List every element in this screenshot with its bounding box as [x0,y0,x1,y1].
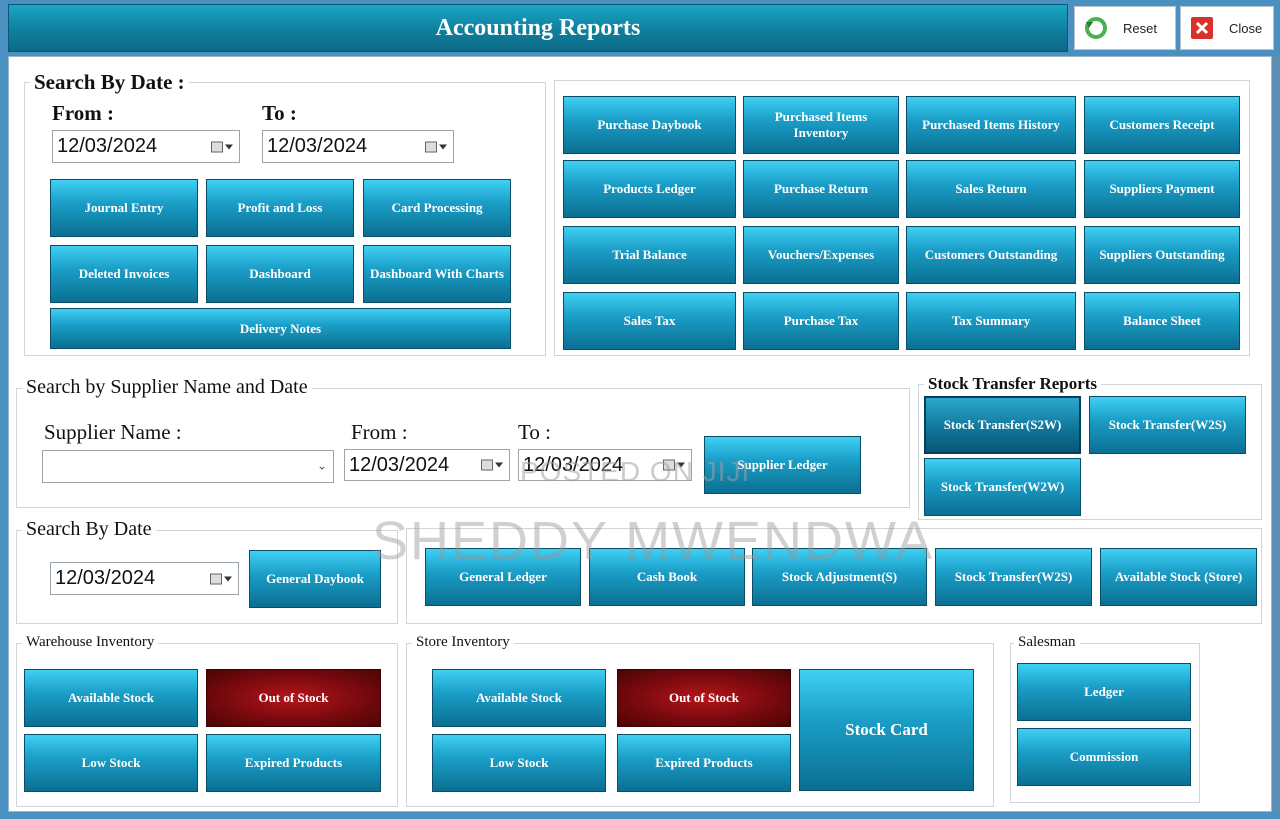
stock-transfer-s2w-button[interactable]: Stock Transfer(S2W) [924,396,1081,454]
journal-entry-button[interactable]: Journal Entry [50,179,198,237]
chevron-down-icon[interactable]: ⌄ [317,458,327,472]
salesman-legend: Salesman [1014,634,1080,651]
dashboard-with-charts-button[interactable]: Dashboard With Charts [363,245,511,303]
stock-adjustment-button[interactable]: Stock Adjustment(S) [752,548,927,606]
balance-sheet-button[interactable]: Balance Sheet [1084,292,1240,350]
warehouse-available-stock-button[interactable]: Available Stock [24,669,198,727]
purchase-daybook-button[interactable]: Purchase Daybook [563,96,736,154]
available-stock-store-button[interactable]: Available Stock (Store) [1100,548,1257,606]
store-out-of-stock-button[interactable]: Out of Stock [617,669,791,727]
calendar-icon[interactable] [481,459,503,471]
sales-return-button[interactable]: Sales Return [906,160,1076,218]
supplier-name-label: Supplier Name : [44,420,182,444]
general-date-picker[interactable]: 12/03/2024 [50,562,239,595]
card-processing-button[interactable]: Card Processing [363,179,511,237]
stock-card-button[interactable]: Stock Card [799,669,974,791]
customers-receipt-button[interactable]: Customers Receipt [1084,96,1240,154]
store-low-stock-button[interactable]: Low Stock [432,734,606,792]
stock-transfer-w2s-button[interactable]: Stock Transfer(W2S) [1089,396,1246,454]
suppliers-payment-button[interactable]: Suppliers Payment [1084,160,1240,218]
general-daybook-button[interactable]: General Daybook [249,550,381,608]
search-by-date-bottom-legend: Search By Date [22,518,156,541]
trial-balance-button[interactable]: Trial Balance [563,226,736,284]
sales-tax-button[interactable]: Sales Tax [563,292,736,350]
from-label: From : [52,101,115,125]
purchased-items-history-button[interactable]: Purchased Items History [906,96,1076,154]
warehouse-inventory-legend: Warehouse Inventory [22,634,159,651]
salesman-ledger-button[interactable]: Ledger [1017,663,1191,721]
vouchers-expenses-button[interactable]: Vouchers/Expenses [743,226,899,284]
purchased-items-inventory-button[interactable]: Purchased Items Inventory [743,96,899,154]
delivery-notes-button[interactable]: Delivery Notes [50,308,511,349]
reset-label: Reset [1123,20,1157,36]
stock-transfer-legend: Stock Transfer Reports [924,374,1102,394]
supplier-from-date-value: 12/03/2024 [349,453,450,476]
from-date-picker[interactable]: 12/03/2024 [52,130,240,163]
warehouse-out-of-stock-button[interactable]: Out of Stock [206,669,381,727]
close-label: Close [1229,20,1263,36]
refresh-icon [1083,15,1109,41]
purchase-tax-button[interactable]: Purchase Tax [743,292,899,350]
profit-and-loss-button[interactable]: Profit and Loss [206,179,354,237]
to-date-picker[interactable]: 12/03/2024 [262,130,454,163]
suppliers-outstanding-button[interactable]: Suppliers Outstanding [1084,226,1240,284]
supplier-ledger-button[interactable]: Supplier Ledger [704,436,861,494]
page-title: Accounting Reports [8,4,1068,52]
calendar-icon[interactable] [663,459,685,471]
stock-transfer-w2s-ledger-button[interactable]: Stock Transfer(W2S) [935,548,1092,606]
store-expired-products-button[interactable]: Expired Products [617,734,791,792]
warehouse-expired-products-button[interactable]: Expired Products [206,734,381,792]
supplier-to-date-picker[interactable]: 12/03/2024 [518,449,692,481]
warehouse-low-stock-button[interactable]: Low Stock [24,734,198,792]
customers-outstanding-button[interactable]: Customers Outstanding [906,226,1076,284]
to-label: To : [262,101,297,125]
from-date-value: 12/03/2024 [57,135,158,157]
to-date-value: 12/03/2024 [267,135,368,157]
general-ledger-button[interactable]: General Ledger [425,548,581,606]
tax-summary-button[interactable]: Tax Summary [906,292,1076,350]
supplier-from-label: From : [351,420,408,444]
reset-button[interactable]: Reset [1074,6,1176,50]
calendar-icon[interactable] [210,573,232,584]
supplier-to-date-value: 12/03/2024 [523,453,624,476]
general-date-value: 12/03/2024 [55,567,156,589]
search-by-date-legend: Search By Date : [30,70,189,95]
calendar-icon[interactable] [425,141,447,152]
salesman-commission-button[interactable]: Commission [1017,728,1191,786]
supplier-from-date-picker[interactable]: 12/03/2024 [344,449,510,481]
store-inventory-legend: Store Inventory [412,634,514,651]
scrollbar[interactable] [1272,56,1280,812]
purchase-return-button[interactable]: Purchase Return [743,160,899,218]
stock-transfer-w2w-button[interactable]: Stock Transfer(W2W) [924,458,1081,516]
dashboard-button[interactable]: Dashboard [206,245,354,303]
cash-book-button[interactable]: Cash Book [589,548,745,606]
close-icon [1189,15,1215,41]
supplier-name-combo[interactable]: ⌄ [42,450,334,483]
calendar-icon[interactable] [211,141,233,152]
products-ledger-button[interactable]: Products Ledger [563,160,736,218]
supplier-to-label: To : [518,420,551,444]
deleted-invoices-button[interactable]: Deleted Invoices [50,245,198,303]
close-button[interactable]: Close [1180,6,1274,50]
store-available-stock-button[interactable]: Available Stock [432,669,606,727]
supplier-search-legend: Search by Supplier Name and Date [22,376,312,399]
